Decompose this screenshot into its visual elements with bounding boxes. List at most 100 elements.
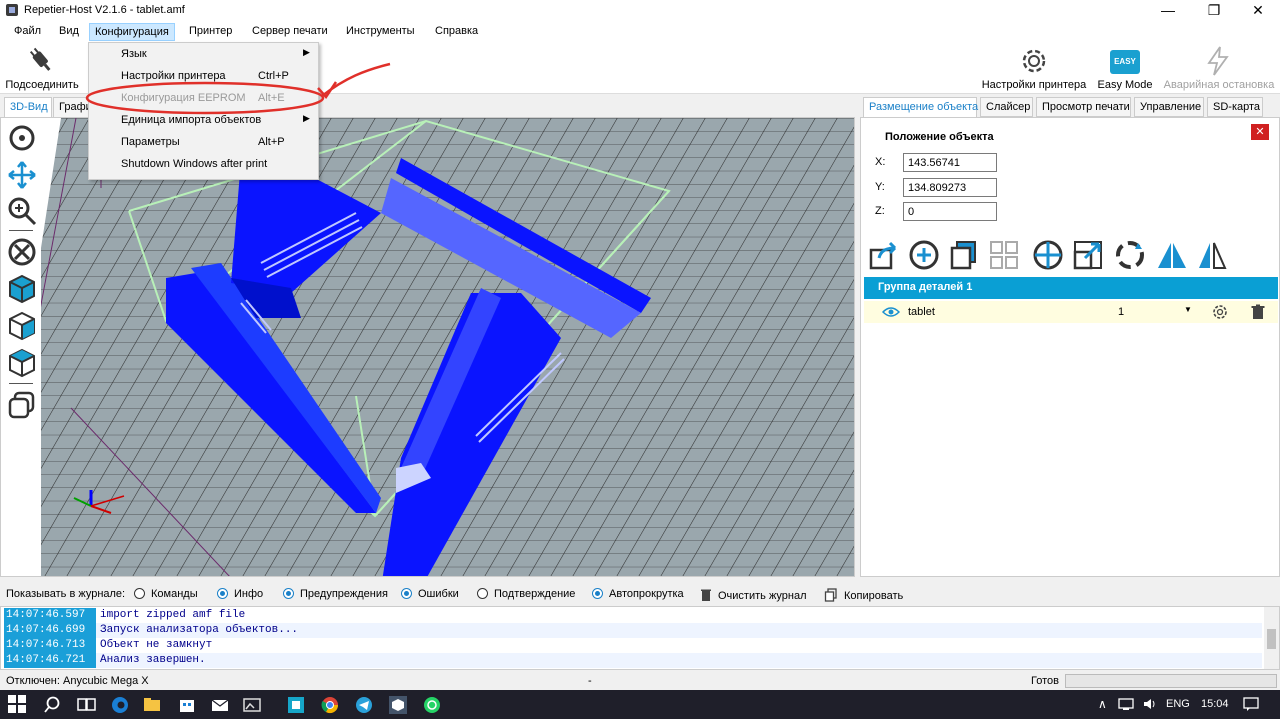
log-option-autoscroll[interactable]: Автопрокрутка [592,588,684,600]
status-separator: - [588,675,592,687]
rotate-object-icon[interactable] [1113,238,1147,272]
printer-settings-button[interactable]: Настройки принтера [978,42,1090,94]
center-object-icon[interactable] [1031,238,1065,272]
telegram-icon[interactable] [352,693,376,717]
log-options-bar: Показывать в журнале: Команды Инфо Преду… [0,584,1280,606]
menu-bar: Файл Вид Конфигурация Принтер Сервер печ… [0,22,1280,42]
search-icon[interactable] [42,693,66,717]
log-scrollbar[interactable] [1264,607,1279,669]
app-icon [6,4,18,16]
autoposition-icon[interactable] [987,238,1021,272]
store-icon[interactable] [175,693,199,717]
app-icon-teal[interactable] [284,693,308,717]
connect-button[interactable]: Подсоединить [0,42,84,94]
lightning-icon [1207,46,1229,76]
menu-item-eeprom-config[interactable]: Конфигурация EEPROM Alt+E [89,88,318,110]
emergency-stop-button[interactable]: Аварийная остановка [1158,42,1280,94]
menu-help[interactable]: Справка [430,25,483,37]
copy-object-icon[interactable] [947,238,981,272]
delete-trash-icon[interactable] [1250,304,1266,320]
tab-print-preview[interactable]: Просмотр печати [1036,97,1131,117]
windows-start-icon[interactable] [8,695,26,713]
log-option-acknowledgements[interactable]: Подтверждение [477,588,575,600]
cube-front-icon[interactable] [6,273,38,305]
cube-side-icon[interactable] [6,310,38,342]
task-view-icon[interactable] [74,693,98,717]
log-entry: 14:07:46.721 Анализ завершен. [4,653,1262,668]
add-object-icon[interactable] [907,238,941,272]
chrome-icon[interactable] [318,693,342,717]
radio-icon [477,588,488,599]
x-position-input[interactable] [903,153,997,172]
visibility-eye-icon[interactable] [882,306,900,318]
3d-viewport[interactable] [0,117,855,577]
language-indicator[interactable]: ENG [1166,698,1190,710]
z-position-input[interactable] [903,202,997,221]
maximize-button[interactable]: ❐ [1192,0,1236,22]
log-entry: 14:07:46.713 Объект не замкнут [4,638,213,653]
tab-sd-card[interactable]: SD-карта [1207,97,1263,117]
menu-print-server[interactable]: Сервер печати [247,25,333,37]
close-panel-icon[interactable]: ✕ [1251,124,1269,140]
zoom-icon[interactable] [6,195,38,227]
menu-item-import-units[interactable]: Единица импорта объектов ▶ [89,110,318,132]
log-option-commands[interactable]: Команды [134,588,198,600]
y-position-input[interactable] [903,178,997,197]
repetier-host-icon[interactable] [386,693,410,717]
cut-object-icon[interactable] [1155,238,1189,272]
reset-view-icon[interactable] [6,236,38,268]
edge-icon[interactable] [108,693,132,717]
tray-chevron-icon[interactable]: ∧ [1098,697,1107,711]
object-position-title: Положение объекта [885,131,994,143]
log-option-warnings[interactable]: Предупреждения [283,588,388,600]
menu-item-shutdown-after-print[interactable]: Shutdown Windows after print [89,154,318,176]
menu-configuration[interactable]: Конфигурация [89,23,175,41]
menu-tools[interactable]: Инструменты [341,25,420,37]
menu-item-printer-settings[interactable]: Настройки принтера Ctrl+P [89,66,318,88]
copy-log-button[interactable]: Копировать [824,588,903,602]
scale-object-icon[interactable] [1071,238,1105,272]
tab-3d-view[interactable]: 3D-Вид [4,97,52,117]
views-icon[interactable] [6,389,38,421]
log-list[interactable]: 14:07:46.597 import zipped amf file 14:07… [0,606,1280,670]
export-icon[interactable] [867,238,901,272]
radio-checked-icon [217,588,228,599]
object-settings-gear-icon[interactable] [1212,304,1228,320]
menu-item-preferences[interactable]: Параметры Alt+P [89,132,318,154]
progress-bar [1065,674,1277,688]
photos-icon[interactable] [240,693,264,717]
3d-scene[interactable] [1,118,855,577]
object-list-row[interactable]: tablet 1 ▼ [864,301,1278,323]
menu-printer[interactable]: Принтер [184,25,237,37]
copies-select[interactable]: 1 ▼ [1112,303,1196,321]
cube-top-icon[interactable] [6,347,38,379]
move-view-icon[interactable] [6,159,38,191]
mirror-object-icon[interactable] [1195,238,1229,272]
minimize-button[interactable]: — [1146,0,1190,22]
clear-log-button[interactable]: Очистить журнал [700,588,807,602]
windows-taskbar: ∧ ENG 15:04 [0,690,1280,719]
menu-item-language[interactable]: Язык ▶ [89,44,318,66]
tab-slicer[interactable]: Слайсер [980,97,1033,117]
explorer-icon[interactable] [140,693,164,717]
object-group-header[interactable]: Группа деталей 1 [864,277,1278,299]
tab-manual-control[interactable]: Управление [1134,97,1204,117]
network-icon[interactable] [1118,697,1134,711]
volume-icon[interactable] [1142,697,1158,711]
easy-mode-button[interactable]: EASY Easy Mode [1095,42,1155,94]
menu-view[interactable]: Вид [54,25,84,37]
rotate-view-icon[interactable] [6,122,38,154]
mail-icon[interactable] [208,693,232,717]
connection-status: Отключен: Anycubic Mega X [6,675,149,687]
whatsapp-icon[interactable] [420,693,444,717]
submenu-arrow-icon: ▶ [303,47,310,57]
clock[interactable]: 15:04 [1201,698,1229,710]
tab-graph[interactable]: Графи [53,97,91,117]
log-option-errors[interactable]: Ошибки [401,588,459,600]
submenu-arrow-icon: ▶ [303,113,310,123]
tab-object-placement[interactable]: Размещение объекта [863,97,978,117]
menu-file[interactable]: Файл [9,25,46,37]
close-button[interactable]: ✕ [1236,0,1280,22]
notifications-icon[interactable] [1243,697,1259,711]
log-option-info[interactable]: Инфо [217,588,263,600]
